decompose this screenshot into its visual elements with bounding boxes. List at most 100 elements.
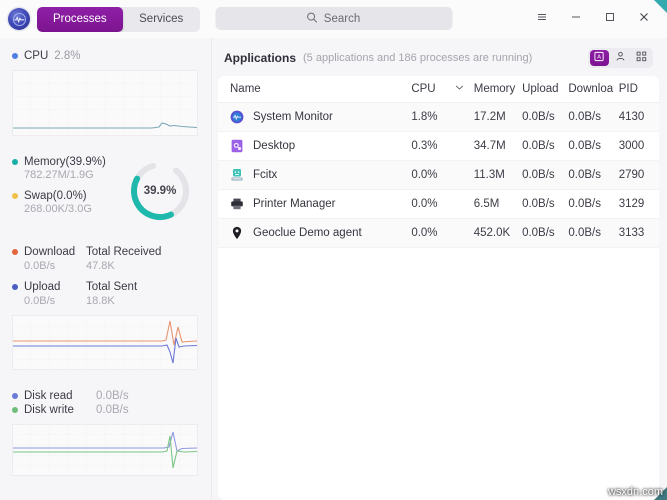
svg-text:A: A [597, 55, 601, 61]
upload-label: Upload [24, 281, 61, 293]
upload-metric: Upload [12, 281, 86, 293]
process-count-text: (5 applications and 186 processes are ru… [303, 52, 533, 64]
table-row[interactable]: Fcitx 0.0% 11.3M 0.0B/s 0.0B/s 2790 [218, 160, 659, 190]
total-sent-value: 18.8K [86, 295, 115, 307]
process-pid: 3129 [618, 189, 659, 219]
download-color-dot [12, 249, 18, 255]
process-pid: 2790 [618, 160, 659, 190]
process-download: 0.0B/s [568, 218, 619, 248]
stats-sidebar: CPU 2.8% Memory(39.9%) 782.27M/1.9G Swap… [0, 38, 212, 500]
table-row[interactable]: Geoclue Demo agent 0.0% 452.0K 0.0B/s 0.… [218, 218, 659, 248]
applications-view-button[interactable]: A [590, 50, 609, 66]
process-upload: 0.0B/s [522, 160, 569, 190]
column-header-download[interactable]: Downloa [568, 76, 619, 103]
column-header-upload[interactable]: Upload [522, 76, 569, 103]
process-memory: 6.5M [473, 189, 523, 219]
process-cpu: 0.0% [411, 218, 474, 248]
search-input[interactable]: Search [215, 7, 452, 30]
printer-app-icon [230, 197, 244, 211]
process-name: Fcitx [253, 169, 278, 181]
disk-write-metric: Disk write 0.0B/s [12, 404, 199, 416]
fcitx-app-icon [230, 168, 244, 182]
memory-label: Memory(39.9%) [24, 156, 106, 168]
memory-detail: 782.27M/1.9G [24, 169, 94, 181]
close-icon [638, 10, 650, 28]
hamburger-icon [536, 10, 548, 28]
disk-write-color-dot [12, 407, 18, 413]
cpu-label: CPU [24, 50, 49, 62]
process-name: System Monitor [253, 111, 333, 123]
system-monitor-logo-icon [8, 8, 30, 30]
disk-card: Disk read 0.0B/s Disk write 0.0B/s [0, 374, 211, 480]
process-cpu: 1.8% [411, 102, 474, 132]
total-received-label: Total Received [86, 246, 162, 258]
window-controls [525, 4, 661, 34]
column-header-name[interactable]: Name [218, 76, 412, 103]
memory-donut-chart: 39.9% [127, 158, 193, 224]
swap-detail: 268.00K/3.0G [24, 203, 92, 215]
table-row[interactable]: System Monitor 1.8% 17.2M 0.0B/s 0.0B/s … [218, 102, 659, 132]
table-header-row: Name CPU Memory Upload Downloa PID [218, 76, 659, 103]
disk-read-color-dot [12, 393, 18, 399]
memory-metric: Memory(39.9%) [12, 156, 127, 168]
all-processes-view-button[interactable] [632, 50, 651, 66]
process-pid: 4130 [618, 102, 659, 132]
network-stats: Download Total Received 0.0B/s 47.8K Upl… [12, 246, 199, 307]
tab-processes[interactable]: Processes [37, 6, 123, 32]
column-header-memory[interactable]: Memory [473, 76, 523, 103]
table-row[interactable]: Printer Manager 0.0% 6.5M 0.0B/s 0.0B/s … [218, 189, 659, 219]
swap-label: Swap(0.0%) [24, 190, 87, 202]
grid-icon [636, 49, 647, 67]
user-icon [615, 49, 626, 67]
search-placeholder: Search [323, 12, 361, 25]
download-label: Download [24, 246, 76, 258]
process-download: 0.0B/s [568, 189, 619, 219]
title-bar: Processes Services Search [0, 0, 667, 38]
desktop-app-icon [230, 139, 244, 153]
menu-button[interactable] [525, 4, 559, 34]
minimize-button[interactable] [559, 4, 593, 34]
page-title: Applications [224, 51, 297, 65]
network-card: Download Total Received 0.0B/s 47.8K Upl… [0, 228, 211, 374]
process-cpu: 0.0% [411, 160, 474, 190]
system-monitor-window: Processes Services Search CPU 2.8% Memor… [0, 0, 667, 500]
maximize-icon [604, 10, 616, 28]
download-metric: Download [12, 246, 86, 258]
view-mode-toggle-group: A [588, 48, 653, 68]
chevron-down-icon [455, 83, 464, 95]
download-value: 0.0B/s [24, 260, 56, 272]
column-header-cpu-label: CPU [411, 83, 436, 95]
disk-write-value: 0.0B/s [96, 404, 129, 416]
process-name: Desktop [253, 140, 296, 152]
maximize-button[interactable] [593, 4, 627, 34]
column-header-pid[interactable]: PID [618, 76, 659, 103]
process-name: Printer Manager [253, 198, 336, 210]
cpu-chart [12, 70, 199, 136]
process-memory: 452.0K [473, 218, 523, 248]
table-row[interactable]: Desktop 0.3% 34.7M 0.0B/s 0.0B/s 3000 [218, 131, 659, 161]
disk-write-label: Disk write [24, 404, 74, 416]
my-processes-view-button[interactable] [611, 50, 630, 66]
window-body: CPU 2.8% Memory(39.9%) 782.27M/1.9G Swap… [0, 38, 667, 500]
memory-donut-percent: 39.9% [143, 185, 177, 197]
view-tabs: Processes Services [37, 6, 200, 32]
process-table: Name CPU Memory Upload Downloa PID Syste… [218, 76, 659, 248]
process-upload: 0.0B/s [522, 131, 569, 161]
search-icon [307, 10, 318, 28]
cpu-value: 2.8% [54, 50, 81, 62]
close-button[interactable] [627, 4, 661, 34]
applications-header: Applications (5 applications and 186 pro… [218, 48, 659, 76]
process-memory: 11.3M [473, 160, 523, 190]
column-header-cpu[interactable]: CPU [411, 76, 474, 103]
process-table-container[interactable]: Name CPU Memory Upload Downloa PID Syste… [218, 76, 659, 500]
minimize-icon [570, 10, 582, 28]
tab-services[interactable]: Services [123, 7, 200, 32]
upload-color-dot [12, 284, 18, 290]
process-download: 0.0B/s [568, 131, 619, 161]
swap-color-dot [12, 193, 18, 199]
process-upload: 0.0B/s [522, 189, 569, 219]
disk-read-metric: Disk read 0.0B/s [12, 390, 199, 402]
disk-chart [12, 424, 199, 476]
watermark: wsxdn.com [607, 486, 663, 498]
cpu-metric: CPU 2.8% [12, 50, 199, 62]
